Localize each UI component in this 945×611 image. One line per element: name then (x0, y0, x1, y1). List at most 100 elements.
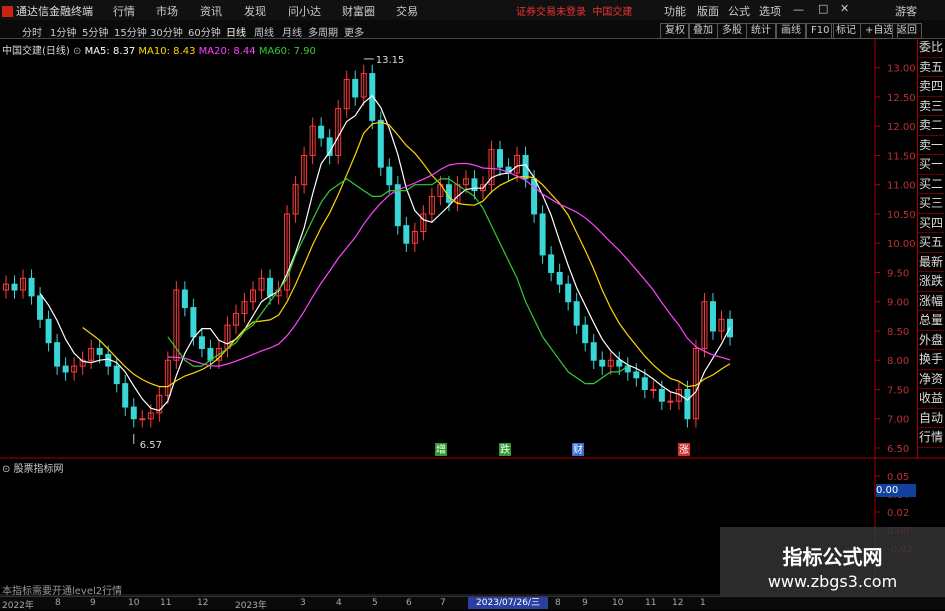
kline-chart[interactable]: 13.15 6.57 增 跌 财 涨 13.00 12.50 12.00 11.50 11.00 1… (0, 38, 945, 598)
menu-formula[interactable]: 公式 (728, 3, 750, 19)
side-item-earnings[interactable]: 收益 (918, 389, 944, 409)
side-item-sell2[interactable]: 卖二 (918, 116, 944, 136)
period-60min[interactable]: 60分钟 (188, 24, 221, 39)
side-item-net-assets[interactable]: 净资 (918, 370, 944, 389)
side-item-buy4[interactable]: 买四 (918, 214, 944, 233)
period-monthly[interactable]: 月线 (282, 24, 302, 39)
candle-body (531, 178, 538, 215)
date-tick: 2023年 (235, 601, 267, 611)
menu-layout[interactable]: 版面 (697, 3, 719, 19)
candle-body (403, 225, 410, 244)
side-item-sell1[interactable]: 卖一 (918, 136, 944, 155)
maximize-button[interactable]: □ (818, 2, 828, 15)
period-daily[interactable]: 日线 (226, 24, 246, 39)
side-item-sell3[interactable]: 卖三 (918, 97, 944, 116)
side-item-turnover[interactable]: 换手 (918, 350, 944, 370)
candle-body (37, 295, 44, 320)
indicator-toggle-icon[interactable]: ⊙ (2, 464, 14, 475)
candle-body (181, 289, 188, 309)
date-tick: 10 (612, 598, 624, 608)
watermark-url: www.zbgs3.com (767, 572, 898, 591)
watermark: 指标公式网 www.zbgs3.com (720, 527, 945, 597)
side-item-buy1[interactable]: 买一 (918, 155, 944, 175)
menu-market[interactable]: 市场 (156, 3, 178, 19)
ma-legend: 中国交建(日线) ⊙ MA5: 8.37 MA10: 8.43 MA20: 8.… (2, 42, 316, 57)
ma10-line (82, 121, 731, 388)
event-marker-label: 增 (436, 443, 446, 456)
tool-stats[interactable]: 统计 (746, 23, 776, 39)
level2-notice: 本指标需要开通level2行情 (2, 586, 123, 597)
menu-quotes[interactable]: 行情 (113, 3, 135, 19)
candle-body (539, 213, 546, 256)
side-item-latest[interactable]: 最新 (918, 253, 944, 272)
candle-body (582, 324, 589, 344)
period-more[interactable]: 更多 (344, 24, 364, 39)
period-15min[interactable]: 15分钟 (114, 24, 147, 39)
candle-body (633, 371, 640, 379)
price-label: 7.00 (887, 415, 909, 426)
period-30min[interactable]: 30分钟 (150, 24, 183, 39)
candle-body (590, 342, 597, 361)
side-item-sell5[interactable]: 卖五 (918, 58, 944, 77)
ma5-line (39, 94, 731, 412)
side-item-sell4[interactable]: 卖四 (918, 77, 944, 97)
high-annotation: 13.15 (376, 55, 405, 66)
side-item-quote[interactable]: 行情 (918, 428, 944, 448)
period-1min[interactable]: 1分钟 (50, 24, 76, 39)
side-item-buy3[interactable]: 买三 (918, 194, 944, 214)
app-title: 通达信金融终端 (2, 3, 93, 19)
side-panel: 委比 卖五 卖四 卖三 卖二 卖一 买一 买二 买三 买四 买五 最新 涨跌 涨… (917, 38, 945, 458)
menu-wealth[interactable]: 财富圈 (342, 3, 375, 19)
date-tick: 6 (406, 598, 412, 608)
candle-body (658, 388, 665, 402)
login-status: 证券交易未登录 中国交建 (516, 3, 632, 18)
event-marker-label: 跌 (500, 443, 510, 456)
tool-adjust[interactable]: 复权 (660, 23, 690, 39)
period-tick[interactable]: 分时 (22, 24, 42, 39)
candle-body (190, 307, 197, 338)
tool-mark[interactable]: 标记 (831, 23, 861, 39)
indicator-title-text: 股票指标网 (13, 464, 64, 475)
menu-ask[interactable]: 问小达 (288, 3, 321, 19)
period-5min[interactable]: 5分钟 (82, 24, 108, 39)
ma10-label: MA10: 8.43 (138, 46, 196, 57)
indicator-title[interactable]: ⊙ 股票指标网 (2, 460, 64, 475)
tool-multi-stock[interactable]: 多股 (717, 23, 747, 39)
side-item-buy5[interactable]: 买五 (918, 233, 944, 253)
chevron-down-icon[interactable]: ⊙ (73, 46, 81, 57)
menu-discover[interactable]: 发现 (244, 3, 266, 19)
side-item-auto[interactable]: 自动 (918, 409, 944, 428)
tool-back[interactable]: 返回 (892, 23, 922, 39)
guest-label[interactable]: 游客 (895, 3, 917, 19)
side-item-volume[interactable]: 总量 (918, 311, 944, 331)
candle-body (548, 254, 555, 273)
period-weekly[interactable]: 周线 (254, 24, 274, 39)
side-item-change[interactable]: 涨跌 (918, 272, 944, 292)
menu-news[interactable]: 资讯 (200, 3, 222, 19)
side-item-buy2[interactable]: 买二 (918, 175, 944, 194)
menu-trade[interactable]: 交易 (396, 3, 418, 19)
ind-label: 0.05 (887, 472, 909, 483)
candle-body (616, 359, 623, 367)
candle-body (684, 388, 691, 420)
date-tick: 9 (90, 598, 96, 608)
side-item-weibi[interactable]: 委比 (918, 38, 944, 58)
candle-body (573, 301, 580, 326)
menu-options[interactable]: 选项 (759, 3, 781, 19)
side-item-outer[interactable]: 外盘 (918, 331, 944, 350)
period-multi[interactable]: 多周期 (308, 24, 338, 39)
price-label: 11.50 (887, 151, 916, 162)
menu-function[interactable]: 功能 (664, 3, 686, 19)
date-tick: 11 (160, 598, 172, 608)
side-item-change-pct[interactable]: 涨幅 (918, 292, 944, 311)
tool-overlay[interactable]: 叠加 (688, 23, 718, 39)
candle-body (709, 301, 716, 332)
date-tick: 7 (440, 598, 446, 608)
tool-draw[interactable]: 画线 (776, 23, 806, 39)
minimize-button[interactable]: — (793, 3, 804, 16)
price-label: 7.50 (887, 385, 909, 396)
ma5-label: MA5: 8.37 (84, 46, 136, 57)
candle-body (556, 271, 563, 285)
close-button[interactable]: ✕ (840, 2, 849, 15)
candle-body (386, 166, 393, 186)
